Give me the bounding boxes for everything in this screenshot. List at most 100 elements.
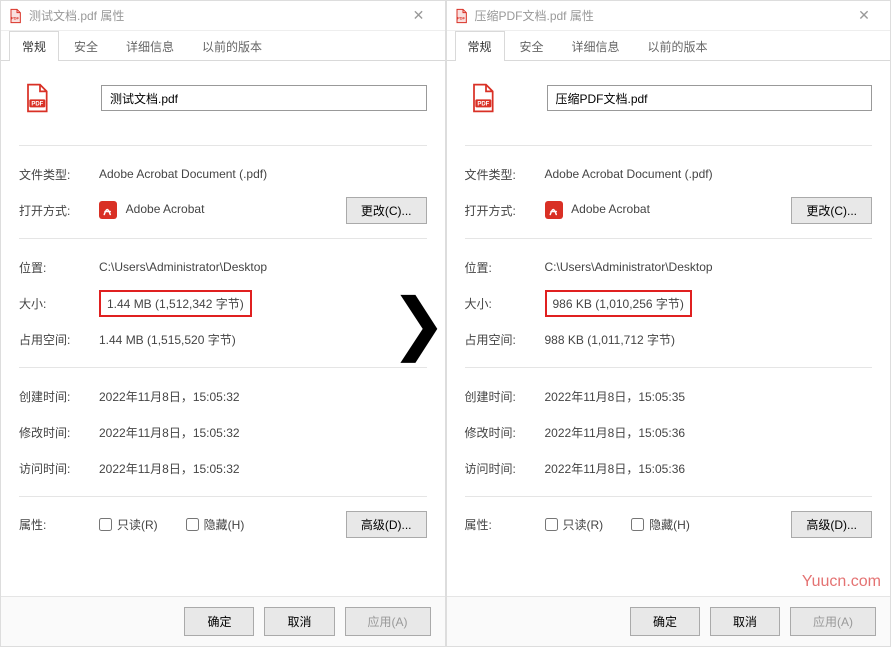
ondisk-value: 988 KB (1,011,712 字节) bbox=[545, 331, 873, 348]
ondisk-value: 1.44 MB (1,515,520 字节) bbox=[99, 331, 427, 348]
attrs-label: 属性: bbox=[19, 516, 99, 533]
hidden-text: 隐藏(H) bbox=[649, 516, 690, 533]
acrobat-icon bbox=[99, 201, 117, 219]
accessed-value: 2022年11月8日，15:05:32 bbox=[99, 460, 427, 477]
pdf-icon: PDF bbox=[465, 81, 499, 115]
tabs-bar: 常规 安全 详细信息 以前的版本 bbox=[1, 31, 445, 61]
ok-button[interactable]: 确定 bbox=[184, 607, 254, 636]
acrobat-icon bbox=[545, 201, 563, 219]
location-value: C:\Users\Administrator\Desktop bbox=[99, 260, 427, 274]
filetype-label: 文件类型: bbox=[19, 166, 99, 183]
apply-button[interactable]: 应用(A) bbox=[790, 607, 876, 636]
location-label: 位置: bbox=[19, 259, 99, 276]
tab-security[interactable]: 安全 bbox=[61, 31, 111, 61]
properties-body: PDF 文件类型: Adobe Acrobat Document (.pdf) … bbox=[1, 61, 445, 596]
tab-versions[interactable]: 以前的版本 bbox=[635, 31, 721, 61]
svg-text:PDF: PDF bbox=[31, 101, 43, 107]
size-value: 1.44 MB (1,512,342 字节) bbox=[99, 290, 252, 317]
change-button[interactable]: 更改(C)... bbox=[791, 197, 872, 224]
created-label: 创建时间: bbox=[465, 388, 545, 405]
footer: 确定 取消 应用(A) bbox=[1, 596, 445, 646]
tab-details[interactable]: 详细信息 bbox=[559, 31, 633, 61]
pdf-file-icon: PDF bbox=[7, 8, 23, 24]
modified-value: 2022年11月8日，15:05:36 bbox=[545, 424, 873, 441]
tab-details[interactable]: 详细信息 bbox=[113, 31, 187, 61]
ondisk-label: 占用空间: bbox=[465, 331, 545, 348]
size-label: 大小: bbox=[465, 295, 545, 312]
hidden-checkbox[interactable]: 隐藏(H) bbox=[631, 516, 690, 533]
titlebar: PDF 测试文档.pdf 属性 ✕ bbox=[1, 1, 445, 31]
accessed-label: 访问时间: bbox=[19, 460, 99, 477]
location-value: C:\Users\Administrator\Desktop bbox=[545, 260, 873, 274]
readonly-text: 只读(R) bbox=[117, 516, 158, 533]
properties-body: PDF 文件类型: Adobe Acrobat Document (.pdf) … bbox=[447, 61, 891, 596]
pdf-icon: PDF bbox=[19, 81, 53, 115]
separator bbox=[465, 145, 873, 146]
tab-security[interactable]: 安全 bbox=[507, 31, 557, 61]
tab-general[interactable]: 常规 bbox=[455, 31, 505, 61]
cancel-button[interactable]: 取消 bbox=[710, 607, 780, 636]
filetype-value: Adobe Acrobat Document (.pdf) bbox=[545, 167, 873, 181]
openwith-text: Adobe Acrobat bbox=[571, 202, 650, 216]
readonly-input[interactable] bbox=[545, 518, 558, 531]
svg-text:PDF: PDF bbox=[11, 15, 20, 20]
footer: 确定 取消 应用(A) bbox=[447, 596, 891, 646]
separator bbox=[19, 496, 427, 497]
readonly-checkbox[interactable]: 只读(R) bbox=[99, 516, 158, 533]
properties-window-original: PDF 测试文档.pdf 属性 ✕ 常规 安全 详细信息 以前的版本 PDF 文… bbox=[0, 0, 446, 647]
advanced-button[interactable]: 高级(D)... bbox=[346, 511, 427, 538]
created-label: 创建时间: bbox=[19, 388, 99, 405]
hidden-checkbox[interactable]: 隐藏(H) bbox=[186, 516, 245, 533]
readonly-input[interactable] bbox=[99, 518, 112, 531]
openwith-text: Adobe Acrobat bbox=[126, 202, 205, 216]
modified-label: 修改时间: bbox=[19, 424, 99, 441]
attrs-label: 属性: bbox=[465, 516, 545, 533]
separator bbox=[465, 496, 873, 497]
readonly-text: 只读(R) bbox=[563, 516, 604, 533]
tab-versions[interactable]: 以前的版本 bbox=[189, 31, 275, 61]
accessed-label: 访问时间: bbox=[465, 460, 545, 477]
svg-text:PDF: PDF bbox=[457, 15, 466, 20]
window-title: 压缩PDF文档.pdf 属性 bbox=[475, 7, 845, 24]
hidden-text: 隐藏(H) bbox=[204, 516, 245, 533]
created-value: 2022年11月8日，15:05:35 bbox=[545, 388, 873, 405]
filename-input[interactable] bbox=[101, 85, 427, 111]
filetype-label: 文件类型: bbox=[465, 166, 545, 183]
close-button[interactable]: ✕ bbox=[399, 7, 439, 24]
tabs-bar: 常规 安全 详细信息 以前的版本 bbox=[447, 31, 891, 61]
separator bbox=[19, 367, 427, 368]
apply-button[interactable]: 应用(A) bbox=[345, 607, 431, 636]
close-button[interactable]: ✕ bbox=[844, 7, 884, 24]
location-label: 位置: bbox=[465, 259, 545, 276]
modified-label: 修改时间: bbox=[465, 424, 545, 441]
hidden-input[interactable] bbox=[631, 518, 644, 531]
separator bbox=[19, 145, 427, 146]
cancel-button[interactable]: 取消 bbox=[264, 607, 334, 636]
change-button[interactable]: 更改(C)... bbox=[346, 197, 427, 224]
size-label: 大小: bbox=[19, 295, 99, 312]
advanced-button[interactable]: 高级(D)... bbox=[791, 511, 872, 538]
readonly-checkbox[interactable]: 只读(R) bbox=[545, 516, 604, 533]
hidden-input[interactable] bbox=[186, 518, 199, 531]
openwith-value: Adobe Acrobat bbox=[99, 201, 346, 219]
filetype-value: Adobe Acrobat Document (.pdf) bbox=[99, 167, 427, 181]
window-title: 测试文档.pdf 属性 bbox=[29, 7, 399, 24]
properties-window-compressed: PDF 压缩PDF文档.pdf 属性 ✕ 常规 安全 详细信息 以前的版本 PD… bbox=[446, 0, 891, 647]
size-value: 986 KB (1,010,256 字节) bbox=[545, 290, 692, 317]
ondisk-label: 占用空间: bbox=[19, 331, 99, 348]
accessed-value: 2022年11月8日，15:05:36 bbox=[545, 460, 873, 477]
svg-text:PDF: PDF bbox=[477, 101, 489, 107]
separator bbox=[19, 238, 427, 239]
tab-general[interactable]: 常规 bbox=[9, 31, 59, 61]
filename-input[interactable] bbox=[547, 85, 873, 111]
openwith-label: 打开方式: bbox=[19, 202, 99, 219]
modified-value: 2022年11月8日，15:05:32 bbox=[99, 424, 427, 441]
separator bbox=[465, 238, 873, 239]
openwith-value: Adobe Acrobat bbox=[545, 201, 792, 219]
ok-button[interactable]: 确定 bbox=[630, 607, 700, 636]
pdf-file-icon: PDF bbox=[453, 8, 469, 24]
created-value: 2022年11月8日，15:05:32 bbox=[99, 388, 427, 405]
separator bbox=[465, 367, 873, 368]
openwith-label: 打开方式: bbox=[465, 202, 545, 219]
titlebar: PDF 压缩PDF文档.pdf 属性 ✕ bbox=[447, 1, 891, 31]
